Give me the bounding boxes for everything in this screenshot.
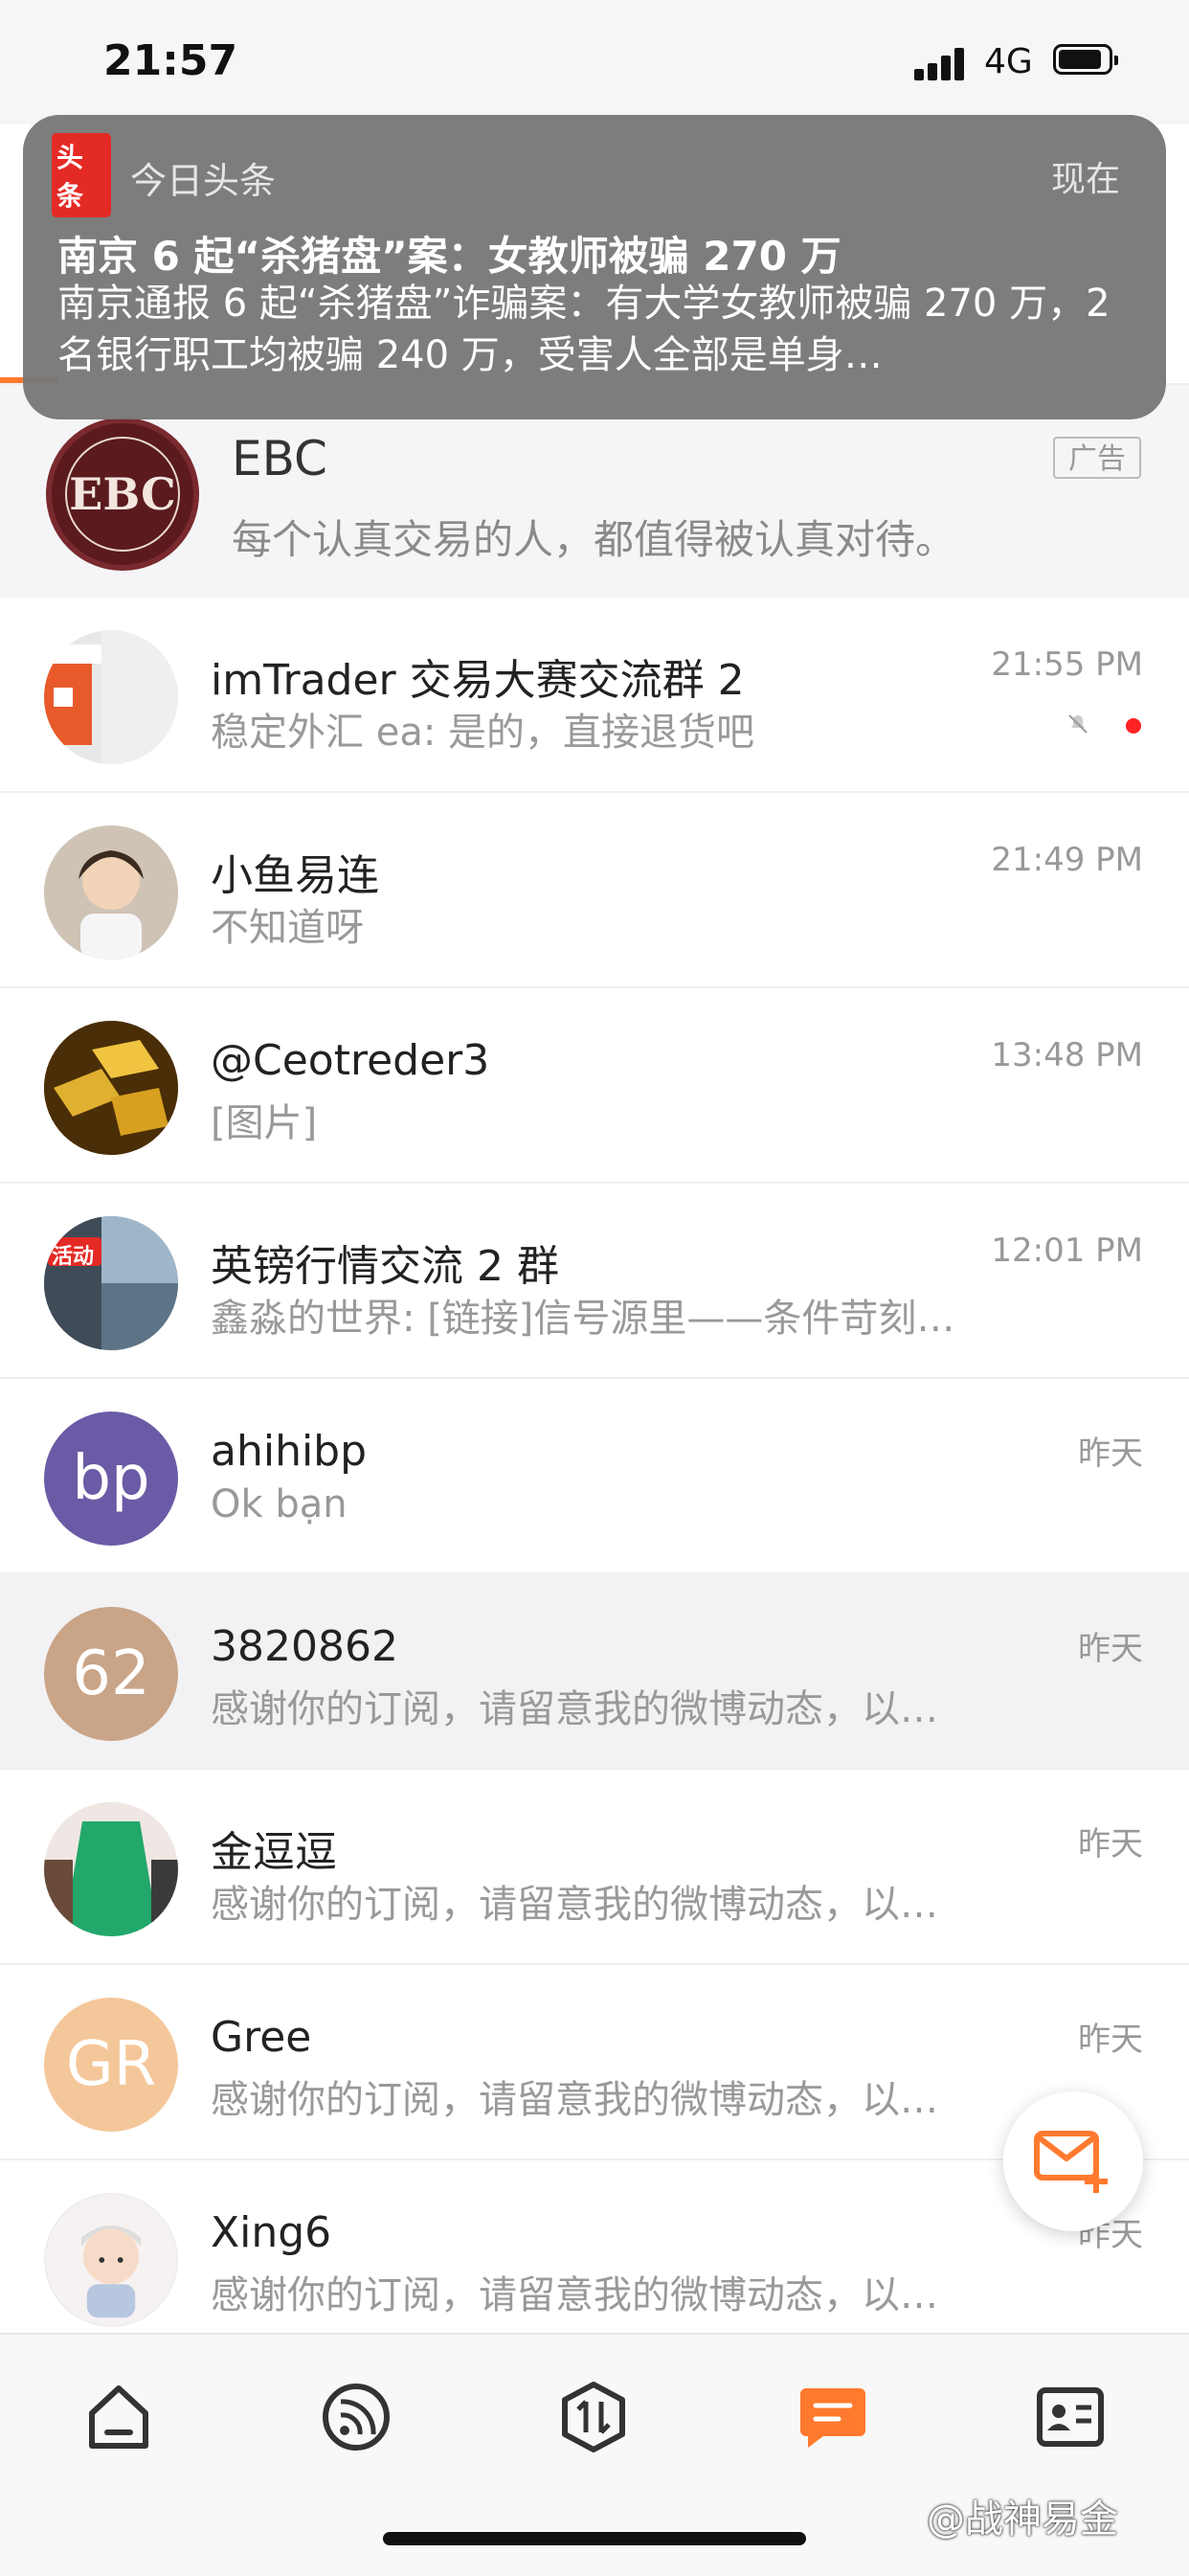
chat-time: 21:55 PM: [991, 645, 1143, 684]
chat-preview: 感谢你的订阅，请留意我的微博动态，以…: [211, 1687, 938, 1731]
chat-time: 昨天: [1078, 1825, 1143, 1864]
chat-time: 昨天: [1078, 1630, 1143, 1668]
battery-icon: [1053, 44, 1118, 75]
chat-name: Gree: [211, 2013, 312, 2062]
ad-title: EBC: [232, 431, 327, 486]
chat-preview: 感谢你的订阅，请留意我的微博动态，以…: [211, 2078, 938, 2122]
chat-time: 21:49 PM: [991, 841, 1143, 879]
avatar-badge: 活动: [52, 1245, 95, 1269]
network-type: 4G: [984, 42, 1033, 81]
watermark: @战神易金: [927, 2497, 1118, 2542]
chat-time: 昨天: [1078, 1435, 1143, 1473]
chat-name: 金逗逗: [211, 1828, 337, 1877]
chat-row[interactable]: 金逗逗 感谢你的订阅，请留意我的微博动态，以… 昨天: [0, 1770, 1189, 1965]
chat-row[interactable]: bp ahihibp Ok bạn 昨天: [0, 1379, 1189, 1574]
chat-preview: Ok bạn: [211, 1482, 348, 1526]
ad-subtitle: 每个认真交易的人，都值得被认真对待。: [232, 516, 956, 563]
avatar[interactable]: [44, 1021, 178, 1155]
chat-name: imTrader 交易大赛交流群 2: [211, 656, 745, 705]
avatar[interactable]: 62: [44, 1607, 178, 1741]
chat-name: Xing6: [211, 2208, 332, 2257]
feed-icon[interactable]: [318, 2379, 394, 2455]
notification-title: 南京 6 起“杀猪盘”案：女教师被骗 270 万: [57, 233, 841, 280]
avatar[interactable]: GR: [44, 1998, 178, 2132]
chat-preview: 稳定外汇 ea: 是的，直接退货吧: [211, 711, 755, 755]
chat-preview: 感谢你的订阅，请留意我的微博动态，以…: [211, 2273, 938, 2317]
chat-name: 小鱼易连: [211, 851, 379, 900]
chat-name: ahihibp: [211, 1427, 368, 1476]
status-time: 21:57: [103, 36, 238, 85]
chat-row[interactable]: 活动 英镑行情交流 2 群 鑫淼的世界: [链接]信号源里——条件苛刻… 12:…: [0, 1184, 1189, 1379]
chat-name: @Ceotreder3: [211, 1036, 490, 1085]
mail-plus-icon: [1034, 2131, 1108, 2193]
notification-banner[interactable]: 头条 今日头条 现在 南京 6 起“杀猪盘”案：女教师被骗 270 万 南京通报…: [23, 115, 1166, 419]
chat-row[interactable]: imTrader 交易大赛交流群 2 稳定外汇 ea: 是的，直接退货吧 21:…: [0, 598, 1189, 793]
chat-time: 13:48 PM: [991, 1036, 1143, 1074]
avatar[interactable]: [44, 2193, 178, 2327]
compose-message-button[interactable]: [1003, 2091, 1143, 2231]
avatar[interactable]: [44, 1802, 178, 1936]
chat-time: 12:01 PM: [991, 1232, 1143, 1270]
profile-card-icon[interactable]: [1032, 2379, 1109, 2455]
chat-row[interactable]: @Ceotreder3 [图片] 13:48 PM: [0, 988, 1189, 1184]
avatar[interactable]: bp: [44, 1412, 178, 1546]
chat-preview: 不知道呀: [211, 906, 364, 950]
chat-name: 3820862: [211, 1622, 398, 1671]
avatar[interactable]: [44, 630, 178, 764]
home-icon[interactable]: [80, 2379, 157, 2455]
chat-time: 昨天: [1078, 2021, 1143, 2059]
notification-app-name: 今日头条: [130, 160, 277, 202]
mute-bell-icon: [1068, 714, 1088, 734]
ebc-logo[interactable]: EBC: [46, 418, 199, 571]
ad-badge: 广告: [1053, 437, 1141, 479]
ebc-logo-text: EBC: [69, 468, 176, 520]
home-indicator[interactable]: [383, 2532, 806, 2545]
toutiao-app-icon: 头条: [52, 133, 111, 217]
notification-time: 现在: [1050, 160, 1120, 199]
notification-body: 南京通报 6 起“杀猪盘”诈骗案：有大学女教师被骗 270 万，2 名银行职工均…: [57, 282, 1110, 377]
cellular-signal-icon: [914, 46, 972, 80]
avatar-initials: GR: [65, 2029, 157, 2100]
chat-name: 英镑行情交流 2 群: [211, 1242, 559, 1291]
avatar-initials: bp: [72, 1443, 150, 1514]
chat-preview: 感谢你的订阅，请留意我的微博动态，以…: [211, 1883, 938, 1927]
chat-preview: 鑫淼的世界: [链接]信号源里——条件苛刻…: [211, 1297, 955, 1341]
chat-row[interactable]: 62 3820862 感谢你的订阅，请留意我的微博动态，以… 昨天: [0, 1574, 1189, 1770]
avatar-initials: 62: [72, 1638, 150, 1709]
messages-icon[interactable]: [795, 2379, 871, 2455]
trade-icon[interactable]: [555, 2379, 632, 2455]
app-icon-label: 头条: [52, 133, 111, 217]
status-bar: 21:57 4G: [0, 0, 1189, 124]
chat-row[interactable]: 小鱼易连 不知道呀 21:49 PM: [0, 793, 1189, 988]
avatar[interactable]: [44, 825, 178, 960]
chat-preview: [图片]: [211, 1101, 318, 1145]
avatar[interactable]: 活动: [44, 1216, 178, 1350]
unread-dot: [1126, 718, 1141, 734]
